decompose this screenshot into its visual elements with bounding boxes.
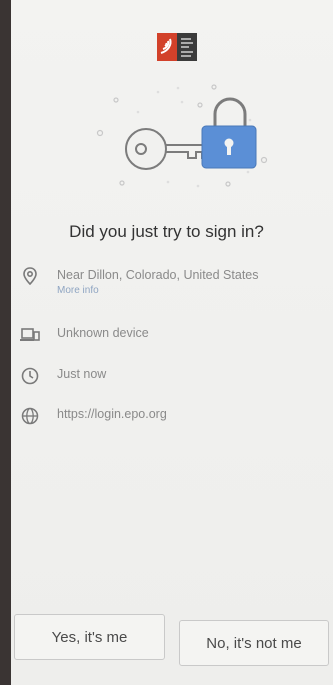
device-icon xyxy=(20,328,40,341)
device-text: Unknown device xyxy=(57,326,149,340)
confirm-button[interactable]: Yes, it's me xyxy=(14,614,165,660)
location-row: Near Dillon, Colorado, United States Mor… xyxy=(20,266,259,296)
epo-logo xyxy=(157,33,197,61)
page-title: Did you just try to sign in? xyxy=(69,222,264,241)
logo-wordmark xyxy=(177,33,197,61)
time-text: Just now xyxy=(57,367,107,381)
location-pin-icon xyxy=(23,267,37,286)
url-row: https://login.epo.org xyxy=(20,406,167,426)
location-text: Near Dillon, Colorado, United States xyxy=(57,268,259,282)
time-row: Just now xyxy=(20,366,106,386)
clock-icon xyxy=(21,367,39,385)
device-row: Unknown device xyxy=(20,325,149,345)
key-lock-illustration xyxy=(96,84,268,188)
logo-emblem-icon xyxy=(157,33,177,61)
more-info-link[interactable]: More info xyxy=(57,285,259,296)
url-text: https://login.epo.org xyxy=(57,407,167,421)
globe-icon xyxy=(21,407,39,425)
deny-button[interactable]: No, it's not me xyxy=(179,620,329,666)
